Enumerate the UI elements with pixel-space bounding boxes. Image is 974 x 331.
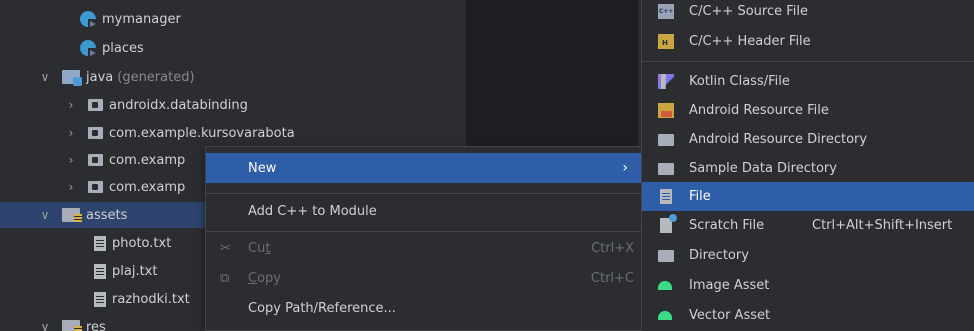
submenu-item-label: Kotlin Class/File bbox=[689, 74, 790, 89]
menu-item-label: Copy bbox=[248, 270, 281, 286]
submenu-item-file[interactable]: File bbox=[642, 182, 974, 211]
package-icon bbox=[88, 181, 103, 193]
tree-item-com-example-kursovarabota[interactable]: › com.example.kursovarabota bbox=[0, 120, 466, 146]
menu-item-label: Cut bbox=[248, 240, 271, 256]
tree-item-java-generated[interactable]: ∨ java (generated) bbox=[0, 64, 466, 90]
menu-item-new[interactable]: New › bbox=[206, 153, 646, 183]
tree-item-label: com.example.kursovarabota bbox=[109, 125, 295, 141]
submenu-item-android-resource-directory[interactable]: Android Resource Directory bbox=[642, 125, 974, 154]
android-icon bbox=[658, 311, 672, 320]
menu-item-shortcut: Ctrl+C bbox=[590, 270, 634, 286]
submenu-item-label: Scratch File bbox=[689, 218, 765, 233]
tree-item-label: assets bbox=[86, 207, 128, 223]
chevron-down-icon[interactable]: ∨ bbox=[38, 320, 52, 331]
copy-icon: ⧉ bbox=[220, 270, 230, 286]
submenu-item-label: Directory bbox=[689, 248, 749, 263]
tree-item-suffix: (generated) bbox=[117, 69, 195, 85]
folder-icon bbox=[658, 250, 674, 262]
folder-icon bbox=[658, 163, 674, 175]
chevron-down-icon[interactable]: ∨ bbox=[38, 70, 52, 84]
menu-separator bbox=[206, 231, 646, 232]
submenu-item-vector-asset[interactable]: Vector Asset bbox=[642, 301, 974, 330]
folder-icon bbox=[658, 134, 674, 146]
submenu-item-label: Android Resource Directory bbox=[689, 132, 868, 147]
tree-item-label: androidx.databinding bbox=[109, 97, 248, 113]
chevron-right-icon: › bbox=[622, 160, 628, 176]
chevron-right-icon[interactable]: › bbox=[64, 126, 78, 140]
submenu-item-label: File bbox=[689, 189, 711, 204]
context-menu: New › Add C++ to Module ✂ Cut Ctrl+X ⧉ C… bbox=[205, 146, 647, 331]
package-icon bbox=[88, 154, 103, 166]
submenu-item-android-resource-file[interactable]: Android Resource File bbox=[642, 96, 974, 125]
java-folder-icon bbox=[62, 70, 82, 86]
kotlin-file-icon bbox=[658, 74, 674, 89]
submenu-item-label: C/C++ Header File bbox=[689, 34, 811, 49]
chevron-down-icon[interactable]: ∨ bbox=[38, 208, 52, 222]
tree-item-label: res bbox=[86, 319, 106, 331]
scissors-icon: ✂ bbox=[220, 240, 231, 256]
menu-item-copy-path-reference[interactable]: Copy Path/Reference... bbox=[206, 293, 646, 323]
menu-item-label: New bbox=[248, 160, 277, 176]
tree-item-label: mymanager bbox=[102, 11, 181, 27]
tree-item-places[interactable]: places bbox=[0, 35, 466, 61]
scratch-file-icon bbox=[660, 214, 677, 233]
submenu-item-shortcut: Ctrl+Alt+Shift+Insert bbox=[812, 218, 953, 233]
tree-item-label: com.examp bbox=[109, 152, 186, 168]
android-resource-file-icon bbox=[658, 103, 674, 118]
submenu-item-cpp-header-file[interactable]: C/C++ Header File bbox=[642, 27, 974, 56]
menu-item-label: Add C++ to Module bbox=[248, 203, 377, 219]
chevron-right-icon[interactable]: › bbox=[64, 153, 78, 167]
tree-item-androidx-databinding[interactable]: › androidx.databinding bbox=[0, 92, 466, 118]
chevron-right-icon[interactable]: › bbox=[64, 180, 78, 194]
menu-separator bbox=[206, 193, 646, 194]
text-file-icon bbox=[660, 189, 672, 204]
text-file-icon bbox=[94, 235, 106, 251]
kotlin-class-icon bbox=[80, 11, 97, 28]
submenu-item-label: C/C++ Source File bbox=[689, 4, 808, 19]
package-icon bbox=[88, 127, 103, 139]
android-icon bbox=[658, 281, 672, 290]
tree-item-label: razhodki.txt bbox=[112, 291, 190, 307]
cpp-source-file-icon bbox=[658, 4, 674, 19]
submenu-item-label: Android Resource File bbox=[689, 103, 829, 118]
tree-item-label: places bbox=[102, 40, 144, 56]
submenu-item-scratch-file[interactable]: Scratch File Ctrl+Alt+Shift+Insert bbox=[642, 211, 974, 240]
assets-folder-icon bbox=[62, 208, 82, 222]
tree-item-mymanager[interactable]: mymanager bbox=[0, 6, 466, 32]
kotlin-class-icon bbox=[80, 40, 97, 57]
text-file-icon bbox=[94, 263, 106, 279]
menu-item-add-cpp-to-module[interactable]: Add C++ to Module bbox=[206, 196, 646, 226]
menu-separator bbox=[642, 61, 974, 62]
submenu-item-sample-data-directory[interactable]: Sample Data Directory bbox=[642, 154, 974, 183]
cpp-header-file-icon bbox=[658, 34, 674, 49]
submenu-item-image-asset[interactable]: Image Asset bbox=[642, 271, 974, 300]
tree-item-label: java bbox=[86, 69, 114, 85]
new-submenu: C/C++ Source File C/C++ Header File Kotl… bbox=[641, 0, 974, 331]
tree-item-label: com.examp bbox=[109, 179, 186, 195]
submenu-item-kotlin-class-file[interactable]: Kotlin Class/File bbox=[642, 67, 974, 96]
menu-item-copy[interactable]: ⧉ Copy Ctrl+C bbox=[206, 263, 646, 293]
submenu-item-label: Sample Data Directory bbox=[689, 161, 837, 176]
menu-item-shortcut: Ctrl+X bbox=[591, 240, 634, 256]
submenu-item-label: Vector Asset bbox=[689, 308, 771, 323]
tree-item-label: photo.txt bbox=[112, 235, 172, 251]
submenu-item-cpp-source-file[interactable]: C/C++ Source File bbox=[642, 0, 974, 26]
submenu-item-directory[interactable]: Directory bbox=[642, 241, 974, 270]
submenu-item-label: Image Asset bbox=[689, 278, 770, 293]
menu-item-label: Copy Path/Reference... bbox=[248, 300, 396, 316]
res-folder-icon bbox=[62, 320, 82, 331]
menu-item-cut[interactable]: ✂ Cut Ctrl+X bbox=[206, 233, 646, 263]
tree-item-label: plaj.txt bbox=[112, 263, 158, 279]
chevron-right-icon[interactable]: › bbox=[64, 98, 78, 112]
text-file-icon bbox=[94, 291, 106, 307]
package-icon bbox=[88, 99, 103, 111]
